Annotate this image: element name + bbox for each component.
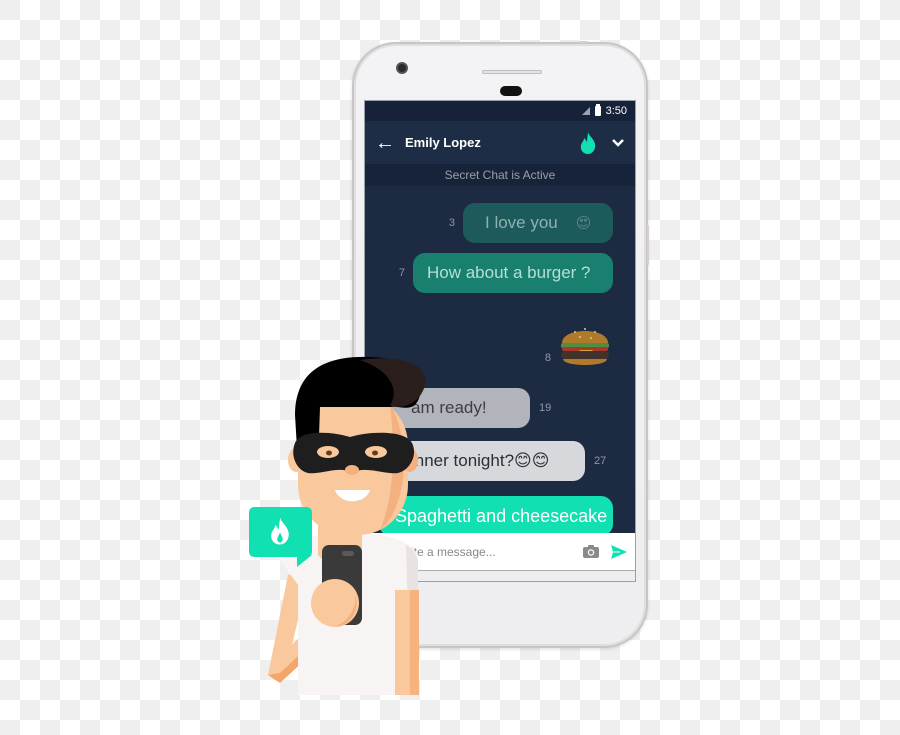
contact-name: Emily Lopez	[405, 135, 481, 150]
secret-chat-banner: Secret Chat is Active	[365, 164, 635, 186]
send-icon[interactable]	[611, 544, 627, 559]
battery-icon	[594, 104, 601, 116]
message-row: 3 I love you 😍	[449, 203, 613, 243]
flame-icon	[271, 517, 289, 545]
secret-chat-badge	[249, 507, 312, 567]
power-button	[580, 41, 588, 43]
flame-icon[interactable]	[579, 131, 597, 154]
status-bar: 3:50	[365, 101, 635, 121]
proximity-sensor	[500, 86, 522, 96]
message-row: 7 How about a burger ?	[399, 253, 613, 293]
front-camera	[396, 62, 408, 74]
message-timer: 8	[544, 352, 551, 364]
earpiece-speaker	[482, 70, 542, 74]
message-timer: 27	[594, 455, 607, 467]
message-row: 8	[545, 317, 613, 373]
message-text: I love you	[485, 213, 558, 232]
camera-icon[interactable]	[583, 545, 599, 558]
message-timer: 19	[539, 402, 552, 414]
badge-tail	[297, 555, 312, 567]
status-time: 3:50	[605, 105, 627, 117]
volume-button	[647, 225, 649, 265]
message-timer: 3	[448, 217, 455, 229]
chat-header: ← Emily Lopez	[365, 121, 635, 164]
emoji: 😍	[575, 215, 592, 232]
message-bubble[interactable]: How about a burger ?	[413, 253, 613, 293]
message-bubble[interactable]: I love you 😍	[463, 203, 613, 243]
arrow-left-icon[interactable]: ←	[375, 133, 405, 153]
chevron-down-icon[interactable]	[611, 138, 625, 148]
signal-icon	[581, 107, 590, 115]
burger-sticker[interactable]	[557, 317, 613, 373]
message-timer: 7	[398, 267, 405, 279]
message-text: How about a burger ?	[427, 263, 591, 282]
